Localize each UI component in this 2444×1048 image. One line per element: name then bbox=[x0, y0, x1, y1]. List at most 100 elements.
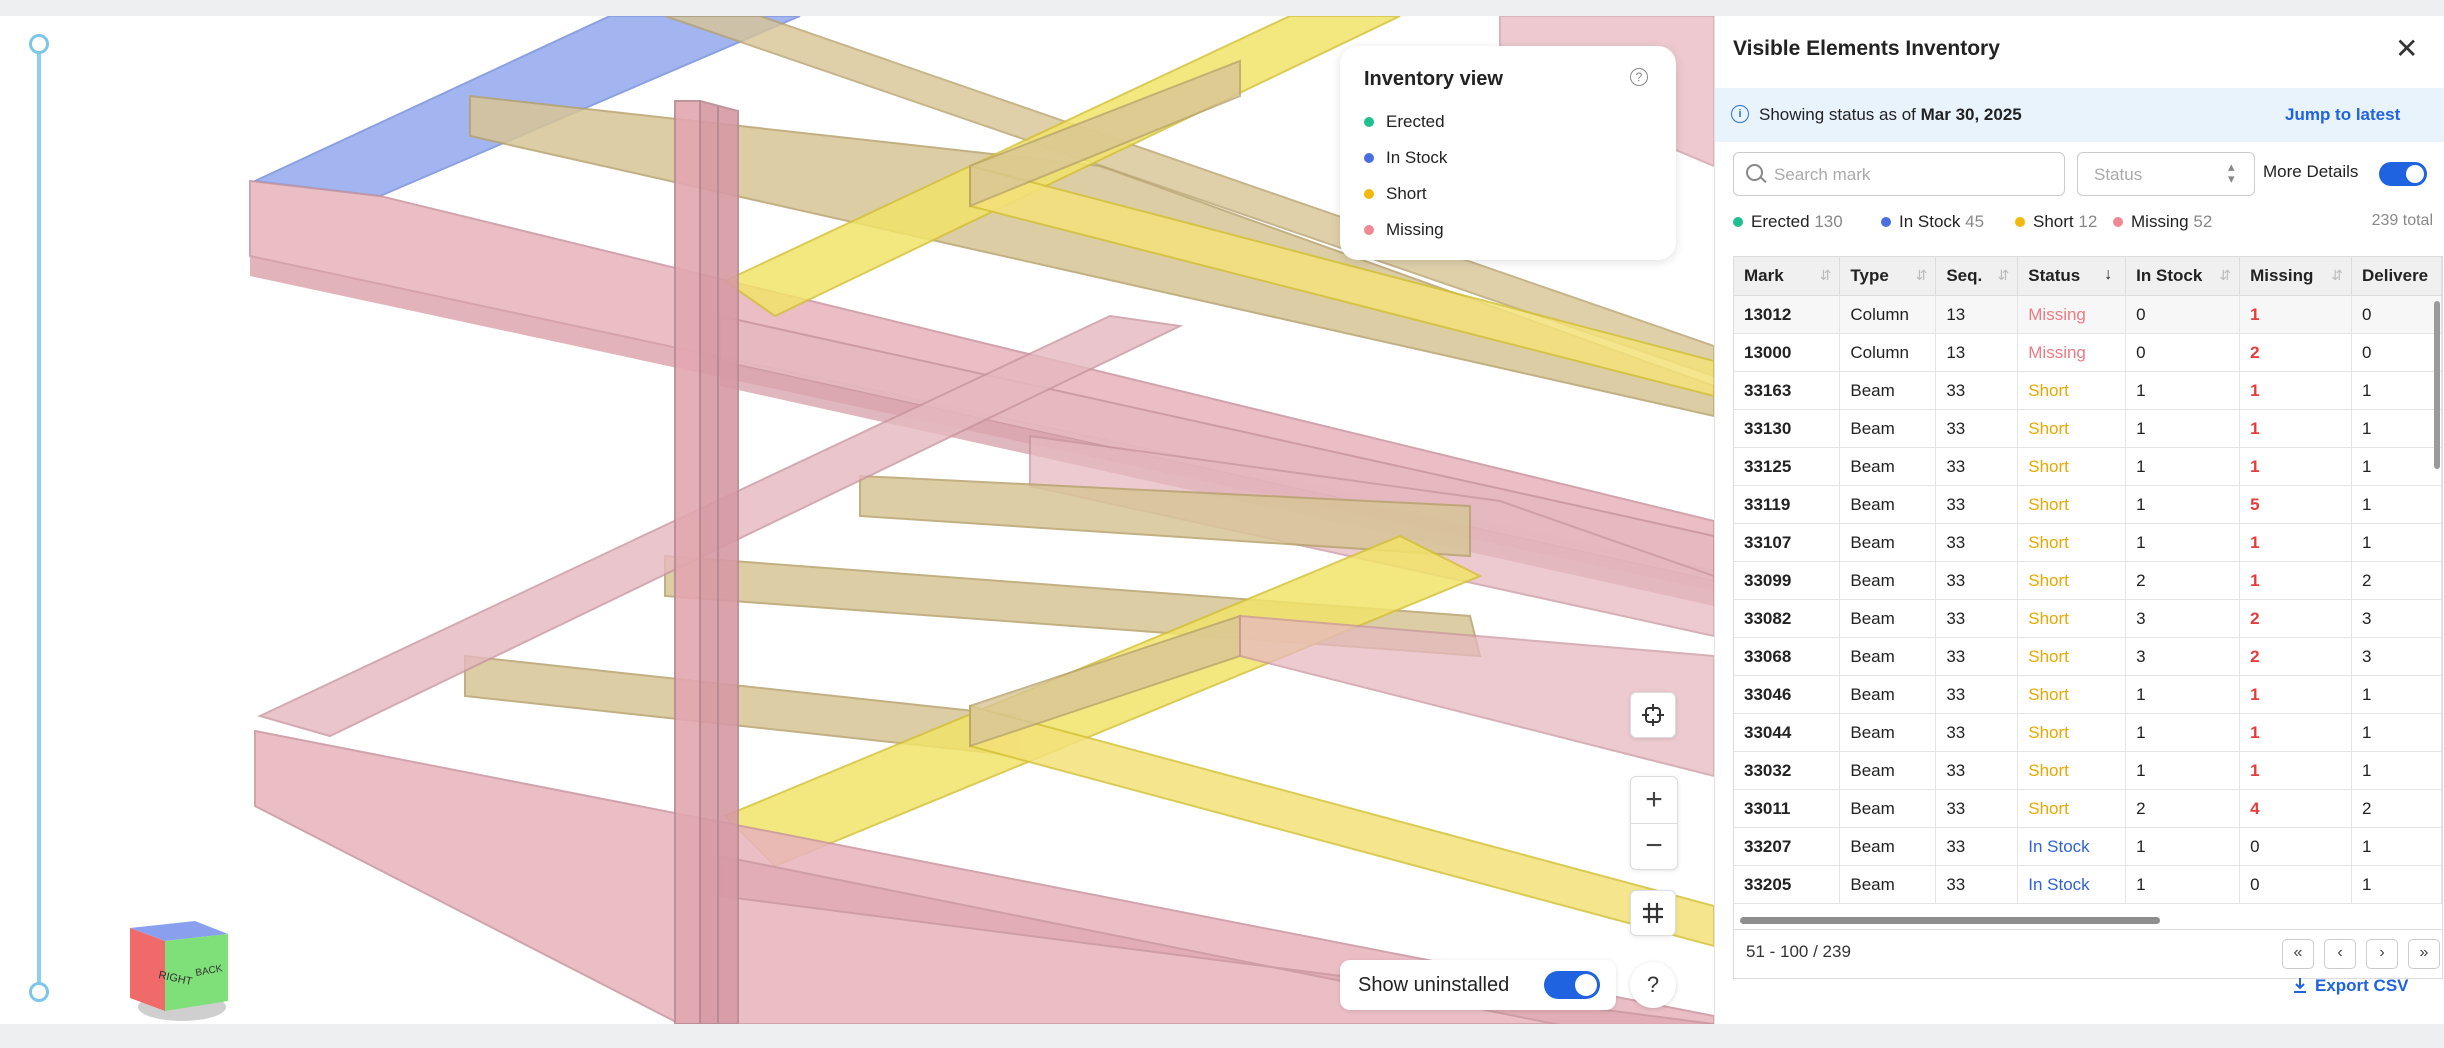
table-row[interactable]: 33046 Beam 33 Short 1 1 1 bbox=[1734, 675, 2442, 714]
column-header-mark[interactable]: Mark ⇵ bbox=[1734, 257, 1841, 296]
search-icon bbox=[1746, 164, 1763, 181]
cell-seq: 13 bbox=[1935, 295, 2019, 334]
zoom-out-button[interactable]: − bbox=[1631, 823, 1677, 869]
timeline-end-handle[interactable] bbox=[29, 982, 49, 1002]
cell-delivered: 1 bbox=[2351, 827, 2442, 866]
table-row[interactable]: 33032 Beam 33 Short 1 1 1 bbox=[1734, 751, 2442, 790]
grid-icon bbox=[1643, 903, 1663, 923]
cell-type: Beam bbox=[1839, 409, 1937, 448]
view-cube[interactable]: RIGHT BACK bbox=[130, 921, 228, 1021]
column-label: Type bbox=[1850, 266, 1889, 285]
table-row[interactable]: 13012 Column 13 Missing 0 1 0 bbox=[1734, 295, 2442, 334]
cell-mark: 33032 bbox=[1734, 751, 1841, 790]
cell-in-stock: 2 bbox=[2125, 789, 2241, 828]
table-row[interactable]: 33068 Beam 33 Short 3 2 3 bbox=[1734, 637, 2442, 676]
table-row[interactable]: 33099 Beam 33 Short 2 1 2 bbox=[1734, 561, 2442, 600]
cell-type: Column bbox=[1839, 295, 1937, 334]
fit-view-button[interactable] bbox=[1630, 692, 1676, 738]
info-icon: i bbox=[1731, 105, 1749, 123]
table-row[interactable]: 33163 Beam 33 Short 1 1 1 bbox=[1734, 371, 2442, 410]
last-page-button[interactable]: » bbox=[2408, 939, 2440, 969]
cell-in-stock: 3 bbox=[2125, 599, 2241, 638]
cell-missing: 4 bbox=[2239, 789, 2352, 828]
grid-toggle-button[interactable] bbox=[1630, 890, 1676, 936]
cell-delivered: 1 bbox=[2351, 523, 2442, 562]
table-row[interactable]: 33082 Beam 33 Short 3 2 3 bbox=[1734, 599, 2442, 638]
table-row[interactable]: 33107 Beam 33 Short 1 1 1 bbox=[1734, 523, 2442, 562]
model-viewport[interactable]: RIGHT BACK Inventory view ? Erected In S… bbox=[0, 16, 1714, 1024]
count-missing: Missing 52 bbox=[2113, 212, 2212, 232]
legend-dot-missing bbox=[1364, 224, 1374, 235]
cell-mark: 33099 bbox=[1734, 561, 1841, 600]
help-button[interactable]: ? bbox=[1630, 962, 1676, 1008]
cell-in-stock: 1 bbox=[2125, 713, 2241, 752]
export-csv-button[interactable]: Export CSV bbox=[2293, 976, 2409, 996]
search-input[interactable] bbox=[1772, 161, 2056, 189]
jump-to-latest-link[interactable]: Jump to latest bbox=[2285, 105, 2400, 125]
timeline-start-handle[interactable] bbox=[29, 34, 49, 54]
close-icon[interactable]: ✕ bbox=[2395, 32, 2418, 65]
column-header-status[interactable]: Status ↓ bbox=[2017, 257, 2127, 296]
cell-delivered: 1 bbox=[2351, 371, 2442, 410]
show-uninstalled-toggle[interactable] bbox=[1544, 971, 1600, 999]
column-header-delivered[interactable]: Delivere bbox=[2351, 257, 2442, 296]
app-root: RIGHT BACK Inventory view ? Erected In S… bbox=[0, 0, 2444, 1048]
first-page-button[interactable]: « bbox=[2282, 939, 2314, 969]
count-value: 12 bbox=[2078, 212, 2098, 231]
cell-mark: 33011 bbox=[1734, 789, 1841, 828]
table-row[interactable]: 33130 Beam 33 Short 1 1 1 bbox=[1734, 409, 2442, 448]
more-details-label: More Details bbox=[2263, 162, 2359, 181]
table-row[interactable]: 33011 Beam 33 Short 2 4 2 bbox=[1734, 789, 2442, 828]
download-icon bbox=[2294, 977, 2306, 993]
cell-mark: 33163 bbox=[1734, 371, 1841, 410]
count-short: Short 12 bbox=[2015, 212, 2097, 232]
legend-label-missing: Missing bbox=[1386, 220, 1444, 239]
column-label: Status bbox=[2028, 266, 2081, 285]
cell-status: Missing bbox=[2017, 333, 2127, 372]
column-header-seq[interactable]: Seq. ⇵ bbox=[1935, 257, 2019, 296]
inventory-grid: Mark ⇵ Type ⇵ Seq. ⇵ Status ↓ In Stock ⇵ Miss… bbox=[1734, 257, 2442, 904]
count-label: Missing bbox=[2131, 212, 2189, 231]
table-row[interactable]: 33044 Beam 33 Short 1 1 1 bbox=[1734, 713, 2442, 752]
column-header-missing[interactable]: Missing ⇵ bbox=[2239, 257, 2352, 296]
column-label: Seq. bbox=[1946, 266, 1983, 285]
previous-page-button[interactable]: ‹ bbox=[2324, 939, 2356, 969]
cell-in-stock: 1 bbox=[2125, 447, 2241, 486]
cell-mark: 13012 bbox=[1734, 295, 1841, 334]
zoom-in-button[interactable]: + bbox=[1631, 777, 1677, 823]
next-page-button[interactable]: › bbox=[2366, 939, 2398, 969]
bottom-strip bbox=[0, 1024, 2444, 1048]
table-row[interactable]: 33119 Beam 33 Short 1 5 1 bbox=[1734, 485, 2442, 524]
horizontal-scrollbar[interactable] bbox=[1740, 917, 2160, 924]
cell-in-stock: 1 bbox=[2125, 751, 2241, 790]
count-value: 130 bbox=[1814, 212, 1843, 231]
table-row[interactable]: 33207 Beam 33 In Stock 1 0 1 bbox=[1734, 827, 2442, 866]
cell-delivered: 1 bbox=[2351, 751, 2442, 790]
legend-help-icon[interactable]: ? bbox=[1630, 68, 1648, 86]
column-header-in-stock[interactable]: In Stock ⇵ bbox=[2125, 257, 2241, 296]
cell-status: In Stock bbox=[2017, 865, 2127, 904]
panel-title: Visible Elements Inventory bbox=[1733, 37, 2000, 60]
status-date-text: Showing status as of Mar 30, 2025 bbox=[1759, 105, 2022, 125]
table-row[interactable]: 13000 Column 13 Missing 0 2 0 bbox=[1734, 333, 2442, 372]
show-uninstalled-control: Show uninstalled bbox=[1340, 960, 1616, 1010]
column-header-type[interactable]: Type ⇵ bbox=[1839, 257, 1937, 296]
legend-dot-erected bbox=[1364, 116, 1374, 127]
table-row[interactable]: 33125 Beam 33 Short 1 1 1 bbox=[1734, 447, 2442, 486]
cell-type: Beam bbox=[1839, 523, 1937, 562]
status-filter-select[interactable]: Status ▴ ▾ bbox=[2077, 152, 2255, 196]
toggle-knob bbox=[1575, 974, 1597, 996]
count-label: Short bbox=[2033, 212, 2074, 231]
table-row[interactable]: 33205 Beam 33 In Stock 1 0 1 bbox=[1734, 865, 2442, 904]
cell-in-stock: 1 bbox=[2125, 827, 2241, 866]
cell-type: Beam bbox=[1839, 637, 1937, 676]
vertical-scrollbar[interactable] bbox=[2434, 301, 2440, 469]
cell-type: Beam bbox=[1839, 751, 1937, 790]
search-box[interactable] bbox=[1733, 152, 2065, 196]
more-details-toggle[interactable] bbox=[2379, 162, 2427, 186]
status-date: Mar 30, 2025 bbox=[1920, 105, 2022, 124]
sort-icon: ⇵ bbox=[1997, 267, 2010, 283]
timeline-track[interactable] bbox=[37, 44, 41, 992]
pagination-range: 51 - 100 / 239 bbox=[1746, 942, 1851, 961]
inventory-panel: Visible Elements Inventory ✕ i Showing s… bbox=[1714, 16, 2444, 1024]
